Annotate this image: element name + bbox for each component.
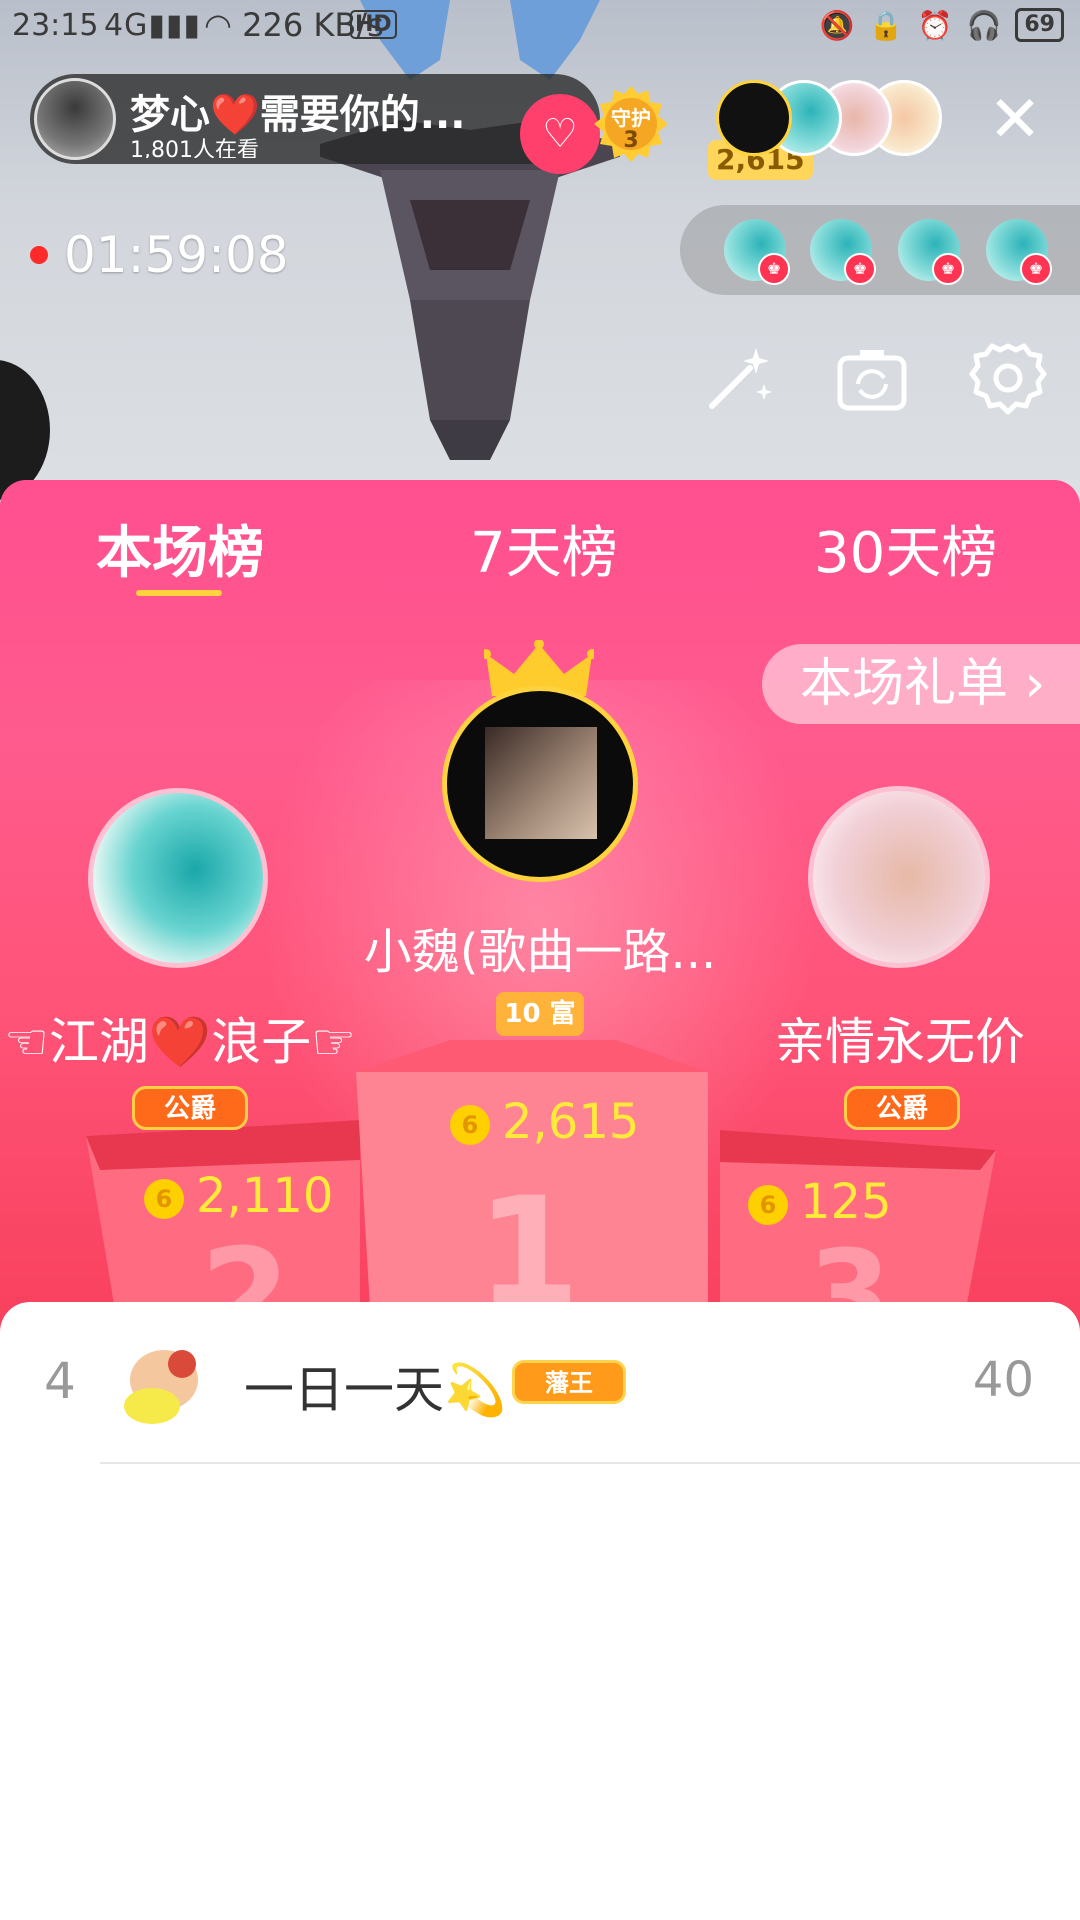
live-indicator-dot — [30, 246, 48, 264]
tab-30-days[interactable]: 30天榜 — [814, 508, 997, 589]
first-place-avatar[interactable] — [442, 686, 638, 882]
first-place-photo — [485, 727, 597, 839]
third-place-name[interactable]: 亲情永无价 — [760, 1002, 1040, 1074]
list-name: 一日一天💫 — [244, 1361, 507, 1419]
active-tab-indicator — [136, 590, 222, 596]
mute-bell-icon: 🔕 — [819, 8, 855, 42]
third-place-score: 6 125 — [748, 1174, 892, 1230]
settings-gear-icon[interactable] — [968, 340, 1048, 420]
tab-this-session[interactable]: 本场榜 — [96, 508, 264, 589]
lock-icon: 🔒 — [868, 8, 904, 42]
seat-badge-icon: ♚ — [758, 253, 790, 285]
list-avatar[interactable] — [112, 1336, 212, 1436]
wealth-level-badge: 10 富 — [496, 992, 584, 1036]
status-icons: 🔕 🔒 ⏰ 🎧 69 — [820, 8, 1064, 42]
close-icon[interactable]: ✕ — [985, 88, 1045, 152]
second-place-name[interactable]: ☜江湖❤️浪子☞ — [0, 1002, 360, 1074]
audience-avatar[interactable]: ♚ — [724, 219, 790, 285]
wifi-icon: ◠ — [204, 6, 243, 44]
ranking-list: 4 一日一天💫 藩王 40 — [0, 1302, 1080, 1920]
first-place-name[interactable]: 小魏(歌曲一路... — [340, 912, 740, 982]
list-score: 40 — [972, 1352, 1034, 1408]
host-avatar[interactable] — [34, 78, 116, 160]
contributor-avatar[interactable] — [716, 80, 792, 156]
audience-avatar[interactable]: ♚ — [986, 219, 1052, 285]
network-signal-icon: 4G▮▮▮ — [104, 8, 201, 43]
seat-badge-icon: ♚ — [932, 253, 964, 285]
heart-plus-icon: ♡ — [542, 111, 578, 157]
viewer-count: 1,801人在看 — [130, 138, 259, 158]
audience-avatar[interactable]: ♚ — [898, 219, 964, 285]
second-place-score: 6 2,110 — [144, 1168, 333, 1224]
duke-rank-badge: 公爵 — [844, 1086, 960, 1130]
duke-rank-badge: 公爵 — [132, 1086, 248, 1130]
coin-icon: 6 — [748, 1185, 788, 1225]
list-item[interactable]: 4 一日一天💫 藩王 40 — [0, 1302, 1080, 1464]
first-place-score: 6 2,615 — [450, 1094, 639, 1150]
seat-badge-icon: ♚ — [844, 253, 876, 285]
prince-rank-badge: 藩王 — [512, 1360, 626, 1404]
shadow-object — [0, 360, 50, 500]
status-bar: 23:15 4G▮▮▮ ◠ 226 KB/s HD 🔕 🔒 ⏰ 🎧 69 — [0, 0, 1080, 56]
divider — [100, 1462, 1080, 1464]
audience-avatar[interactable]: ♚ — [810, 219, 876, 285]
tab-7-days[interactable]: 7天榜 — [470, 508, 618, 589]
seat-badge-icon: ♚ — [1020, 253, 1052, 285]
live-timer: 01:59:08 — [64, 226, 289, 284]
battery-icon: 69 — [1015, 8, 1064, 42]
headphones-icon: 🎧 — [966, 8, 1002, 42]
second-place-avatar[interactable] — [88, 788, 268, 968]
coin-icon: 6 — [450, 1105, 490, 1145]
host-info-pill[interactable]: 梦心❤️需要你的... 1,801人在看 — [30, 74, 600, 164]
hd-icon: HD — [350, 10, 397, 39]
flip-camera-icon[interactable] — [832, 340, 912, 420]
clock: 23:15 — [12, 8, 99, 43]
third-place-avatar[interactable] — [808, 786, 990, 968]
coin-icon: 6 — [144, 1179, 184, 1219]
ranking-panel: 本场榜 7天榜 30天榜 本场礼单 › 1 2 3 小魏(歌曲一路... 10 … — [0, 480, 1080, 1340]
list-rank: 4 — [44, 1352, 76, 1410]
audience-strip[interactable]: ♚ ♚ ♚ ♚ — [680, 205, 1080, 295]
alarm-icon: ⏰ — [917, 8, 953, 42]
magic-wand-icon[interactable] — [698, 340, 778, 420]
guard-badge[interactable]: 守护 3 — [588, 80, 674, 168]
deer-head-decoration — [320, 0, 620, 460]
